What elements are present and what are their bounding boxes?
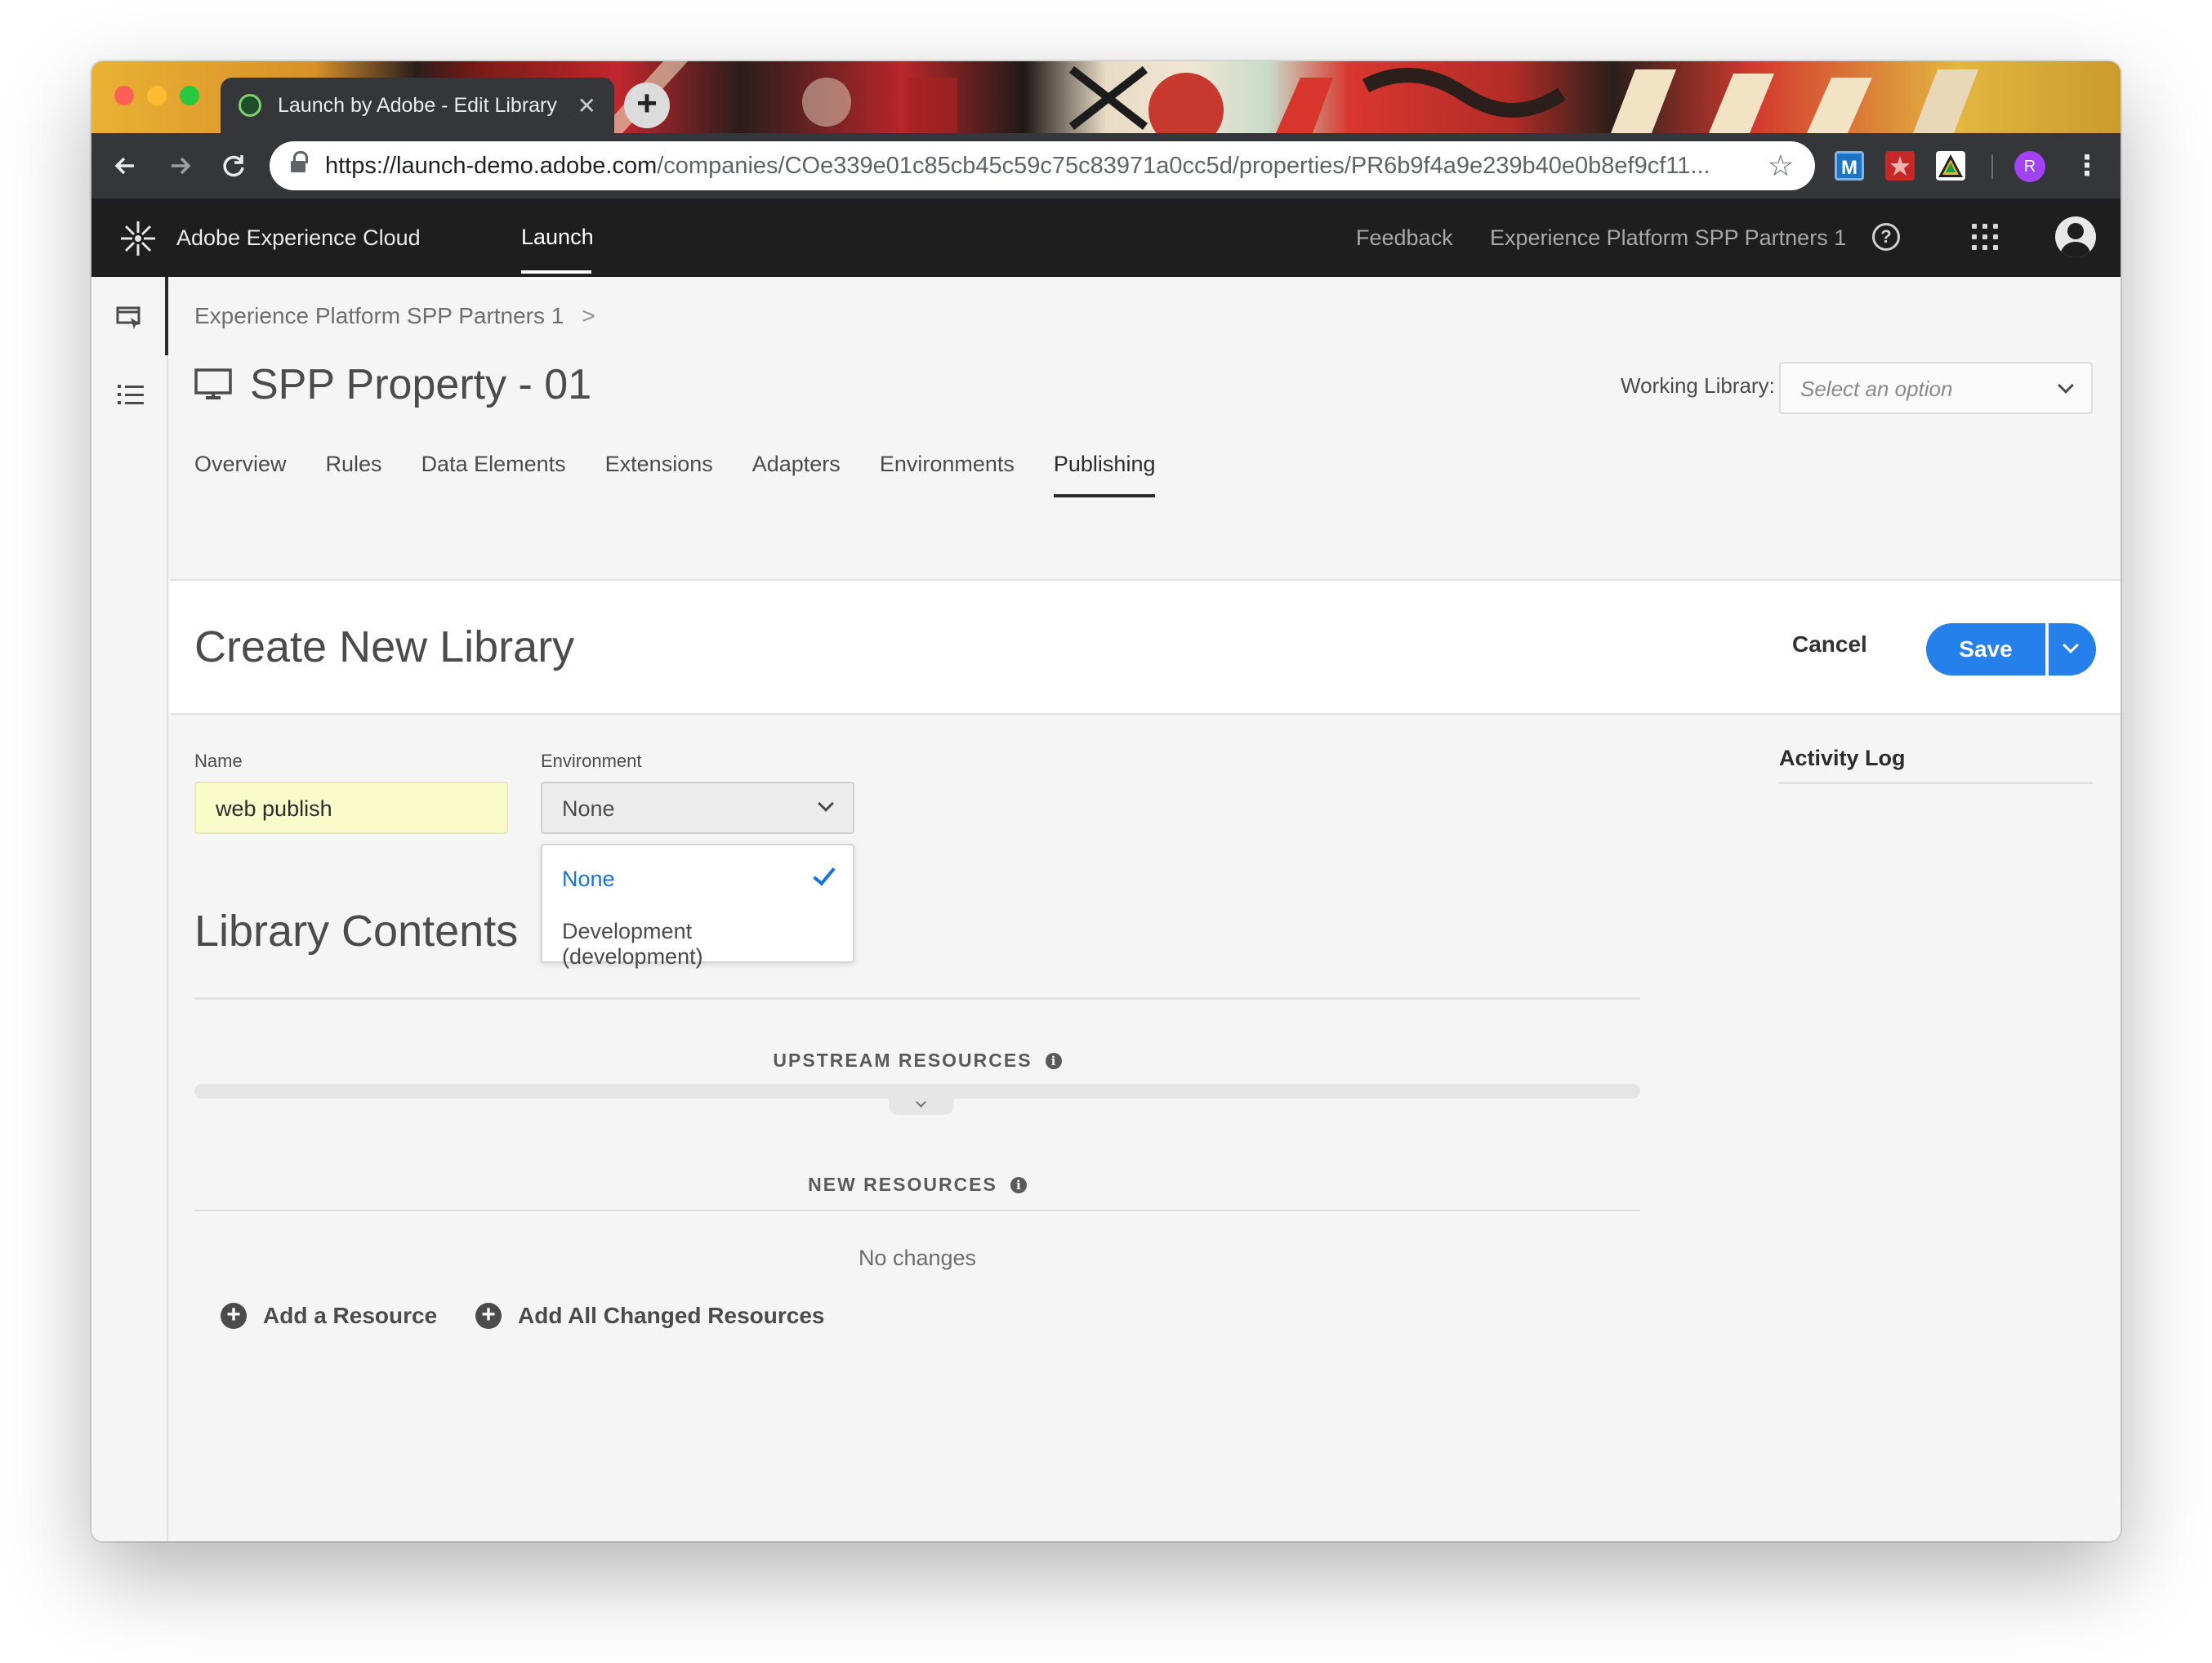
- working-library-placeholder: Select an option: [1800, 377, 1953, 401]
- chevron-down-icon: [818, 796, 834, 812]
- environment-option-none[interactable]: None: [542, 854, 853, 906]
- chevron-down-icon: [2058, 377, 2074, 394]
- brand-name[interactable]: Adobe Experience Cloud: [176, 225, 421, 251]
- library-panel-header: Create New Library Cancel Save: [170, 581, 2121, 715]
- org-switcher[interactable]: Experience Platform SPP Partners 1: [1490, 225, 1846, 251]
- address-bar[interactable]: https://launch-demo.adobe.com/companies/…: [270, 141, 1815, 190]
- contents-divider: [194, 997, 1640, 1000]
- reload-icon[interactable]: [214, 146, 253, 185]
- property-tabs: Overview Rules Data Elements Extensions …: [194, 447, 1194, 497]
- add-circle-icon: +: [221, 1303, 247, 1329]
- new-tab-button[interactable]: +: [624, 82, 670, 128]
- adobe-experience-cloud-logo-icon[interactable]: [118, 218, 158, 259]
- rail-active-indicator: [165, 277, 168, 355]
- name-label: Name: [194, 751, 243, 771]
- activity-log-divider: [1779, 782, 2093, 784]
- url-domain: https://launch-demo.adobe.com: [325, 152, 658, 179]
- forward-arrow-icon[interactable]: [160, 146, 199, 185]
- feedback-link[interactable]: Feedback: [1356, 225, 1453, 251]
- new-resources-divider: [194, 1210, 1640, 1211]
- library-name-input[interactable]: web publish: [194, 782, 508, 834]
- minimize-window-button[interactable]: [147, 86, 167, 105]
- user-avatar-icon[interactable]: [2055, 216, 2096, 257]
- launch-favicon-icon: [239, 94, 261, 117]
- url-path: /companies/COe339e01c85cb45c59c75c83971a…: [657, 152, 1710, 179]
- app-switcher-icon[interactable]: [1972, 224, 1998, 250]
- panel-title: Create New Library: [194, 622, 575, 671]
- cancel-button[interactable]: Cancel: [1792, 631, 1867, 658]
- list-icon[interactable]: [118, 383, 144, 406]
- close-window-button[interactable]: [114, 86, 134, 105]
- lock-icon: [291, 151, 308, 174]
- launch-active-indicator: [521, 270, 591, 274]
- environment-select[interactable]: None: [541, 782, 854, 834]
- web-property-icon: [194, 368, 232, 399]
- tab-strip: Launch by Adobe - Edit Library ✕ +: [91, 61, 2121, 133]
- save-button[interactable]: Save: [1926, 623, 2045, 675]
- new-resources-title: NEW RESOURCES: [808, 1174, 997, 1195]
- save-options-button[interactable]: [2047, 623, 2096, 675]
- browser-toolbar: https://launch-demo.adobe.com/companies/…: [91, 133, 2121, 198]
- app-header: Adobe Experience Cloud Launch Feedback E…: [91, 198, 2121, 277]
- environment-value: None: [562, 796, 615, 821]
- help-icon[interactable]: ?: [1872, 223, 1900, 251]
- environment-label: Environment: [541, 751, 642, 771]
- expand-upstream-button[interactable]: [889, 1097, 954, 1115]
- browser-window: Launch by Adobe - Edit Library ✕ + https…: [91, 61, 2121, 1541]
- tab-extensions[interactable]: Extensions: [605, 447, 713, 497]
- info-icon[interactable]: i: [1010, 1177, 1027, 1193]
- add-resource-label: Add a Resource: [263, 1303, 438, 1328]
- add-resource-button[interactable]: + Add a Resource: [221, 1303, 437, 1329]
- red-extension-icon[interactable]: [1885, 151, 1915, 181]
- upstream-resources-heading: UPSTREAM RESOURCES i: [194, 1050, 1640, 1072]
- option-label: Development (development): [562, 919, 703, 969]
- add-all-changed-resources-button[interactable]: + Add All Changed Resources: [475, 1303, 824, 1329]
- breadcrumb-org-link[interactable]: Experience Platform SPP Partners 1: [194, 303, 564, 328]
- add-circle-icon: +: [475, 1303, 502, 1329]
- activity-log-title: Activity Log: [1779, 746, 1906, 770]
- working-library-label: Working Library:: [1621, 373, 1775, 398]
- chevron-down-icon: [2063, 637, 2079, 653]
- no-changes-text: No changes: [858, 1246, 977, 1270]
- m-extension-icon[interactable]: M: [1835, 151, 1864, 181]
- checkmark-icon: [813, 862, 836, 886]
- tab-data-elements[interactable]: Data Elements: [421, 447, 566, 497]
- chevron-down-icon: [916, 1097, 926, 1108]
- main-content: Experience Platform SPP Partners 1 > SPP …: [170, 277, 2121, 1541]
- breadcrumb: Experience Platform SPP Partners 1 >: [194, 303, 595, 329]
- tab-rules[interactable]: Rules: [326, 447, 382, 497]
- profile-avatar[interactable]: R: [2014, 151, 2045, 182]
- tab-overview[interactable]: Overview: [194, 447, 287, 497]
- info-icon[interactable]: i: [1045, 1053, 1062, 1069]
- library-icon[interactable]: [116, 306, 144, 329]
- tab-environments[interactable]: Environments: [880, 447, 1015, 497]
- add-all-label: Add All Changed Resources: [518, 1303, 825, 1328]
- page-title: SPP Property - 01: [250, 361, 592, 408]
- left-rail: [91, 277, 168, 1541]
- launch-nav-link[interactable]: Launch: [521, 225, 594, 250]
- zoom-window-button[interactable]: [180, 86, 199, 105]
- working-library-select[interactable]: Select an option: [1779, 362, 2093, 414]
- browser-tab-active[interactable]: Launch by Adobe - Edit Library ✕: [221, 78, 614, 133]
- option-label: None: [562, 867, 615, 891]
- triangle-extension-icon[interactable]: [1936, 151, 1965, 181]
- library-contents-title: Library Contents: [194, 907, 519, 956]
- browser-menu-icon[interactable]: ⋮: [2073, 149, 2101, 182]
- close-tab-icon[interactable]: ✕: [578, 92, 596, 119]
- url-text: https://launch-demo.adobe.com/companies/…: [325, 153, 1755, 180]
- environment-option-development[interactable]: Development (development): [542, 906, 853, 969]
- tab-title: Launch by Adobe - Edit Library: [278, 93, 557, 117]
- new-resources-heading: NEW RESOURCES i: [194, 1174, 1640, 1196]
- environment-dropdown-menu: None Development (development): [541, 844, 854, 969]
- bookmark-star-icon[interactable]: ☆: [1768, 149, 1794, 183]
- tab-publishing[interactable]: Publishing: [1053, 447, 1155, 497]
- chevron-right-icon: >: [582, 303, 595, 328]
- toolbar-divider: [1991, 154, 1993, 179]
- window-controls: [114, 86, 199, 105]
- tab-adapters[interactable]: Adapters: [752, 447, 841, 497]
- back-arrow-icon[interactable]: [106, 146, 145, 185]
- upstream-resources-title: UPSTREAM RESOURCES: [773, 1050, 1032, 1071]
